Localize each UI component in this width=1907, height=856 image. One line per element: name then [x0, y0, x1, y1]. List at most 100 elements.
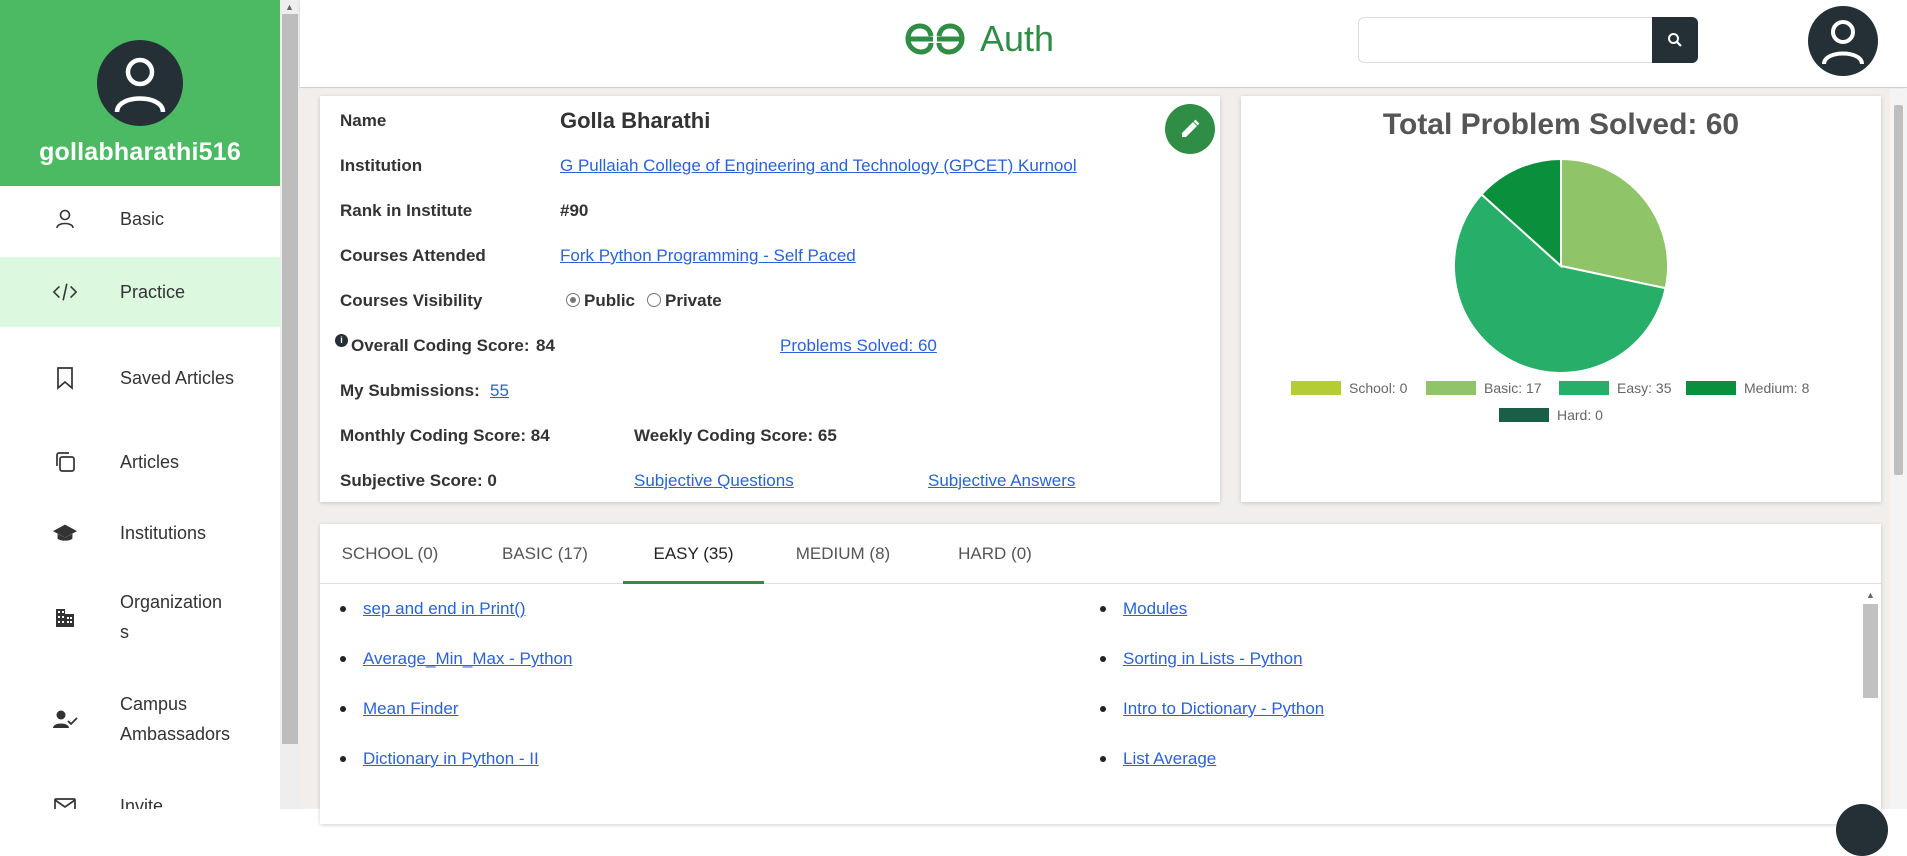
visibility-public-option[interactable]: Public — [566, 291, 635, 311]
problems-chart-card: Total Problem Solved: 60 School: 0 Basic:… — [1241, 96, 1881, 502]
search-input[interactable] — [1359, 18, 1649, 62]
monthly-score: Monthly Coding Score: 84 — [340, 426, 550, 445]
problem-link[interactable]: Modules — [1123, 599, 1187, 619]
list-item: List Average — [1100, 749, 1216, 769]
problem-link[interactable]: Intro to Dictionary - Python — [1123, 699, 1324, 719]
legend-item-basic[interactable]: Basic: 17 — [1426, 380, 1542, 396]
scrollbar-thumb[interactable] — [282, 14, 298, 744]
submissions-label: My Submissions: — [340, 381, 480, 400]
courses-label: Courses Attended — [340, 246, 486, 265]
bullet — [340, 756, 346, 762]
legend-swatch — [1291, 381, 1341, 395]
legend-label: Easy: 35 — [1617, 380, 1672, 396]
gfg-logo-icon — [905, 23, 965, 55]
legend-item-easy[interactable]: Easy: 35 — [1559, 380, 1671, 396]
sidebar-item-label: Campus Ambassadors — [120, 694, 231, 744]
list-item: sep and end in Print() — [340, 599, 526, 619]
visibility-private-option[interactable]: Private — [647, 291, 722, 311]
bullet — [340, 656, 346, 662]
rank-value: #90 — [560, 201, 589, 220]
logo-text: Auth — [980, 18, 1055, 59]
legend-swatch — [1426, 381, 1476, 395]
search-box — [1358, 17, 1698, 63]
institution-link[interactable]: G Pullaiah College of Engineering and Te… — [560, 156, 1077, 176]
visibility-label: Courses Visibility — [340, 291, 483, 310]
problem-link[interactable]: Dictionary in Python - II — [363, 749, 539, 769]
pencil-icon — [1182, 119, 1200, 137]
submissions-link[interactable]: 55 — [490, 381, 509, 401]
overall-score-label: Overall Coding Score: — [351, 336, 530, 355]
info-icon[interactable]: i — [335, 334, 348, 347]
sidebar-item-organizations[interactable]: Organizations — [0, 582, 280, 652]
gfg-logo[interactable]: Auth — [900, 18, 1054, 60]
code-icon — [52, 279, 78, 305]
chat-fab-button[interactable] — [1836, 804, 1888, 856]
bookmark-icon — [52, 365, 78, 391]
sidebar-item-label: Institutions — [120, 523, 207, 543]
sidebar-item-label: Invite — [120, 796, 164, 809]
header-avatar[interactable] — [1808, 6, 1878, 76]
sidebar-item-campus-ambassadors[interactable]: Campus Ambassadors — [0, 684, 280, 754]
private-radio[interactable] — [647, 293, 661, 307]
problem-link[interactable]: Average_Min_Max - Python — [363, 649, 572, 669]
user-icon — [52, 206, 78, 232]
mail-icon — [52, 793, 78, 809]
list-item: Average_Min_Max - Python — [340, 649, 572, 669]
problem-link[interactable]: sep and end in Print() — [363, 599, 526, 619]
sidebar-item-invite[interactable]: Invite — [0, 786, 280, 809]
tab-hard[interactable]: HARD (0) — [940, 524, 1050, 584]
bullet — [340, 706, 346, 712]
sidebar-item-institutions[interactable]: Institutions — [0, 503, 280, 563]
sidebar-item-saved-articles[interactable]: Saved Articles — [0, 343, 280, 413]
list-item: Modules — [1100, 599, 1187, 619]
courses-link[interactable]: Fork Python Programming - Self Paced — [560, 246, 856, 266]
scrollbar-thumb[interactable] — [1863, 604, 1878, 698]
sidebar-item-label: Organizations — [120, 592, 223, 642]
problem-link[interactable]: Mean Finder — [363, 699, 458, 719]
bullet — [1100, 656, 1106, 662]
search-icon — [1668, 33, 1682, 47]
building-icon — [52, 604, 78, 630]
tab-basic[interactable]: BASIC (17) — [490, 524, 600, 584]
user-avatar-icon — [114, 57, 166, 113]
avatar[interactable] — [97, 40, 183, 126]
sidebar-item-practice[interactable]: Practice — [0, 257, 280, 327]
bullet — [340, 606, 346, 612]
pie-chart — [1453, 157, 1669, 374]
search-button[interactable] — [1652, 17, 1698, 63]
sidebar: gollabharathi516 Basic Practice Saved Ar… — [0, 0, 280, 809]
subjective-questions-link[interactable]: Subjective Questions — [634, 471, 794, 491]
problem-list-scrollbar[interactable]: ▲ — [1860, 590, 1881, 830]
bullet — [1100, 756, 1106, 762]
rank-label: Rank in Institute — [340, 201, 473, 220]
sidebar-scrollbar[interactable]: ▲ — [280, 0, 300, 809]
scroll-up-arrow-icon[interactable]: ▲ — [285, 2, 294, 12]
sidebar-item-articles[interactable]: Articles — [0, 432, 280, 492]
edit-profile-button[interactable] — [1165, 104, 1215, 154]
problems-solved-link[interactable]: Problems Solved: 60 — [780, 336, 937, 356]
legend-item-school[interactable]: School: 0 — [1291, 380, 1407, 396]
scrollbar-thumb[interactable] — [1894, 105, 1903, 475]
tab-medium[interactable]: MEDIUM (8) — [783, 524, 903, 584]
school-icon — [52, 520, 78, 546]
problem-link[interactable]: Sorting in Lists - Python — [1123, 649, 1303, 669]
problem-link[interactable]: List Average — [1123, 749, 1216, 769]
profile-card: Name Golla Bharathi Institution G Pullai… — [320, 96, 1220, 502]
legend-swatch — [1499, 408, 1549, 422]
subjective-answers-link[interactable]: Subjective Answers — [928, 471, 1075, 491]
subjective-score: Subjective Score: 0 — [340, 471, 497, 490]
tab-easy[interactable]: EASY (35) — [623, 524, 764, 584]
sidebar-profile-header: gollabharathi516 — [0, 0, 280, 186]
page-scrollbar[interactable] — [1890, 89, 1907, 809]
public-label: Public — [584, 291, 636, 310]
legend-item-hard[interactable]: Hard: 0 — [1499, 407, 1603, 423]
tab-school[interactable]: SCHOOL (0) — [330, 524, 450, 584]
list-item: Mean Finder — [340, 699, 458, 719]
chart-title: Total Problem Solved: 60 — [1382, 108, 1740, 141]
scroll-up-arrow-icon[interactable]: ▲ — [1866, 590, 1875, 600]
legend-item-medium[interactable]: Medium: 8 — [1686, 380, 1809, 396]
public-radio[interactable] — [566, 293, 580, 307]
sidebar-item-basic[interactable]: Basic — [0, 186, 280, 252]
name-label: Name — [340, 111, 387, 130]
sidebar-item-label: Articles — [120, 452, 180, 472]
